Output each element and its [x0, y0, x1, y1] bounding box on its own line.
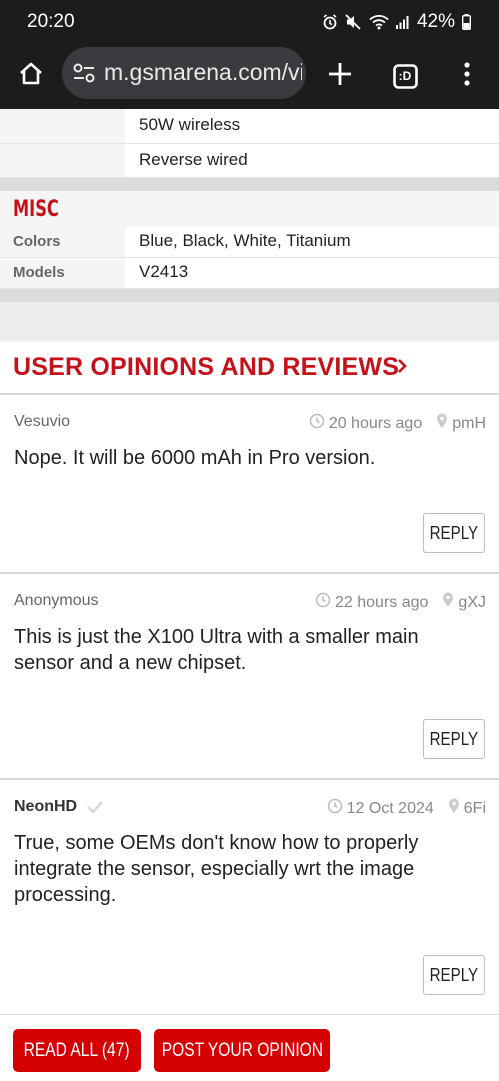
- mute-icon: [345, 14, 362, 30]
- location-pin-icon: [442, 592, 458, 613]
- comment-author[interactable]: Vesuvio: [14, 413, 70, 431]
- status-time: 20:20: [27, 11, 75, 32]
- comment-text: This is just the X100 Ultra with a small…: [14, 626, 419, 674]
- misc-section-header: MISC: [0, 191, 499, 227]
- tab-switcher-icon: :D: [392, 63, 418, 89]
- alarm-icon: [322, 14, 338, 30]
- comment-author[interactable]: NeonHD: [14, 798, 77, 816]
- comment-time: 20 hours ago: [328, 414, 423, 432]
- status-bar: 20:20 42%: [0, 0, 499, 44]
- verified-check-icon: [86, 800, 104, 819]
- location-pin-icon: [448, 798, 464, 819]
- spec-key-cell: [0, 144, 125, 177]
- spec-row: 50W wireless: [0, 109, 499, 144]
- reply-button[interactable]: REPLY: [423, 955, 485, 995]
- comment-meta: 12 Oct 2024 6Fi: [313, 798, 486, 819]
- more-menu-button[interactable]: [445, 54, 489, 98]
- user-opinions-header[interactable]: USER OPINIONS AND REVIEWS: [0, 341, 499, 395]
- home-icon: [17, 60, 45, 93]
- clock-icon: [315, 592, 335, 613]
- reply-label: REPLY: [429, 728, 479, 749]
- spec-value: V2413: [139, 262, 189, 281]
- comment-meta: 20 hours ago pmH: [295, 413, 486, 434]
- signal-icon: [395, 15, 410, 29]
- status-icons: 42%: [322, 11, 471, 33]
- spec-key[interactable]: Colors: [13, 233, 61, 250]
- spec-value: 50W wireless: [139, 115, 241, 134]
- reply-button[interactable]: REPLY: [423, 513, 485, 553]
- clock-icon: [327, 798, 347, 819]
- spec-value: Reverse wired: [139, 150, 248, 169]
- section-divider: [0, 289, 499, 302]
- bottom-action-bar: READ ALL (47) POST YOUR OPINION: [0, 1014, 499, 1081]
- read-all-button[interactable]: READ ALL (47): [13, 1029, 141, 1072]
- new-tab-icon: [327, 61, 353, 92]
- comment-meta: 22 hours ago gXJ: [301, 592, 486, 613]
- spacer-band: [0, 302, 499, 342]
- reply-label: REPLY: [429, 522, 479, 543]
- wifi-icon: [369, 14, 389, 30]
- url-text: m.gsmarena.com/vivo_x200_pro_mini-13367.…: [104, 59, 302, 85]
- comment-item: Vesuvio 20 hours ago pmH Nope. It will b…: [0, 395, 499, 574]
- tab-switcher-label: :D: [398, 68, 412, 83]
- misc-title: MISC: [13, 197, 59, 222]
- spec-row-models: Models V2413: [0, 258, 499, 289]
- reply-button[interactable]: REPLY: [423, 719, 485, 759]
- comment-item: Anonymous 22 hours ago gXJ This is just …: [0, 574, 499, 780]
- comment-time: 12 Oct 2024: [346, 799, 434, 817]
- spec-value: Blue, Black, White, Titanium: [139, 231, 351, 250]
- spec-row: Reverse wired: [0, 144, 499, 178]
- spec-row-colors: Colors Blue, Black, White, Titanium: [0, 227, 499, 258]
- battery-icon: [462, 14, 471, 30]
- new-tab-button[interactable]: [318, 54, 362, 98]
- read-all-label: READ ALL (47): [24, 1039, 130, 1061]
- chevron-right-icon: [396, 358, 408, 379]
- user-opinions-title[interactable]: USER OPINIONS AND REVIEWS: [13, 353, 399, 382]
- tab-switcher-button[interactable]: :D: [383, 54, 427, 98]
- comment-location: 6Fi: [463, 799, 486, 817]
- comment-location: gXJ: [458, 593, 486, 611]
- spec-key-cell: [0, 109, 125, 143]
- comment-author[interactable]: Anonymous: [14, 592, 99, 610]
- section-divider: [0, 178, 499, 191]
- more-icon: [463, 61, 471, 91]
- post-opinion-label: POST YOUR OPINION: [161, 1039, 323, 1061]
- clock-icon: [309, 413, 329, 434]
- comment-text: Nope. It will be 6000 mAh in Pro version…: [14, 447, 376, 469]
- comment-location: pmH: [452, 414, 486, 432]
- comment-item: NeonHD 12 Oct 2024 6Fi True, some OEMs d…: [0, 780, 499, 1014]
- location-pin-icon: [436, 413, 452, 434]
- spec-table: 50W wireless Reverse wired MISC Colors B…: [0, 109, 499, 342]
- spec-key[interactable]: Models: [13, 264, 65, 281]
- address-bar[interactable]: m.gsmarena.com/vivo_x200_pro_mini-13367.…: [62, 47, 306, 99]
- comment-time: 22 hours ago: [335, 593, 429, 611]
- reply-label: REPLY: [429, 964, 479, 985]
- post-opinion-button[interactable]: POST YOUR OPINION: [154, 1029, 330, 1072]
- home-button[interactable]: [9, 54, 53, 98]
- battery-percent: 42%: [416, 11, 455, 32]
- comment-text: True, some OEMs don't know how to proper…: [14, 832, 419, 906]
- browser-toolbar: m.gsmarena.com/vivo_x200_pro_mini-13367.…: [0, 44, 499, 109]
- site-settings-icon[interactable]: [72, 62, 96, 89]
